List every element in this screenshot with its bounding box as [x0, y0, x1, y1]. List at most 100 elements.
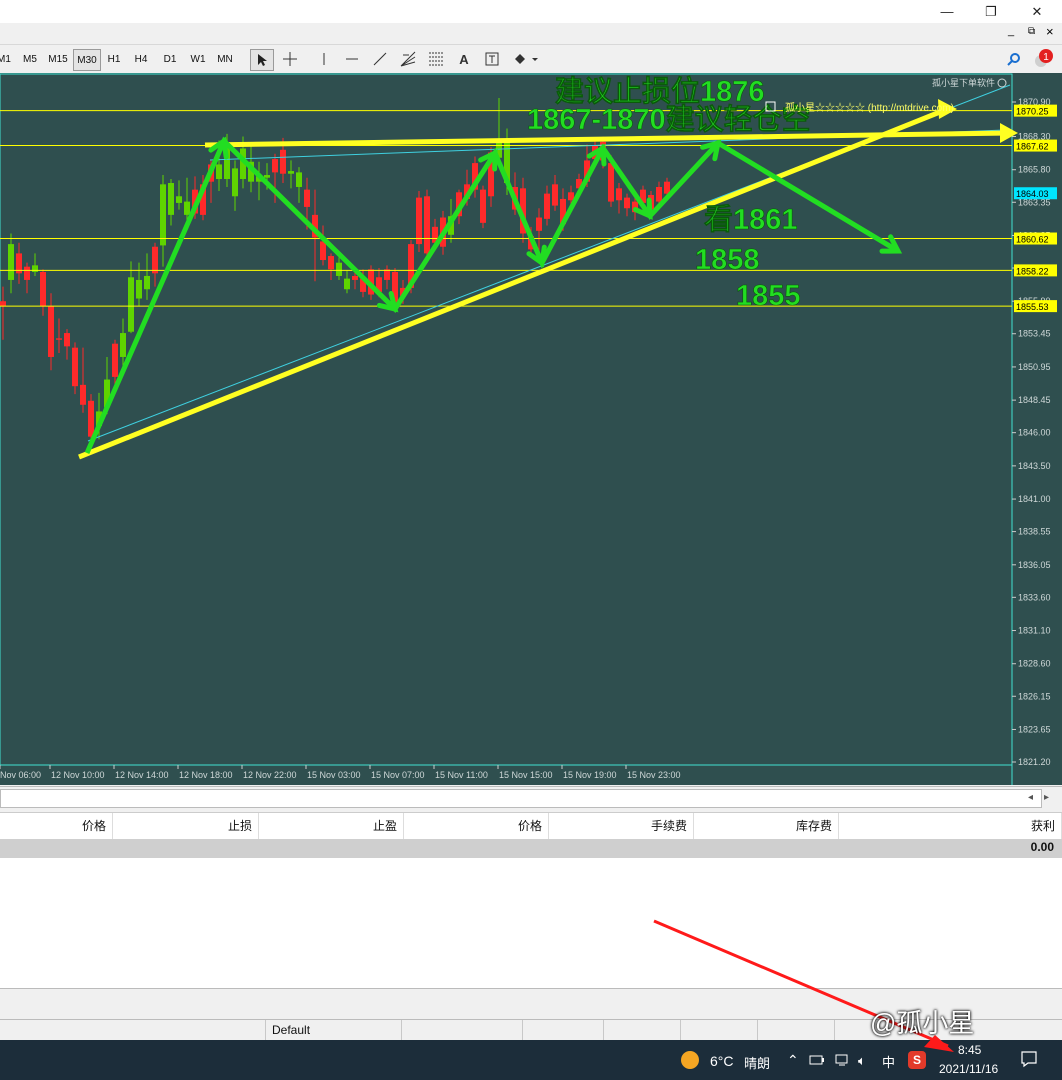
- timeframe-h4-button[interactable]: H4: [131, 49, 151, 69]
- chart-scrollbar[interactable]: [0, 789, 1042, 808]
- status-cell: [604, 1020, 681, 1042]
- clock-date[interactable]: 2021/11/16: [939, 1062, 998, 1076]
- candle-body: [120, 333, 126, 357]
- column-header[interactable]: 手续费: [550, 813, 694, 839]
- candle-body: [336, 262, 342, 276]
- vertical-line-icon[interactable]: [313, 49, 335, 69]
- price-axis-label: 1821.20: [1018, 757, 1051, 767]
- column-header[interactable]: 库存费: [695, 813, 839, 839]
- price-axis-label: 1836.05: [1018, 560, 1051, 570]
- column-header[interactable]: 价格: [405, 813, 549, 839]
- candle-body: [48, 306, 54, 357]
- window-minimize-button[interactable]: —: [924, 0, 970, 23]
- column-header[interactable]: 止盈: [260, 813, 404, 839]
- candle-body: [536, 217, 542, 231]
- timeframe-m5-button[interactable]: M5: [20, 49, 40, 69]
- mdi-close-button[interactable]: ×: [1046, 24, 1054, 39]
- price-level-label: 1870.25: [1016, 107, 1049, 117]
- price-level-label: 1860.62: [1016, 235, 1049, 245]
- time-axis-label: 15 Nov 03:00: [307, 770, 361, 780]
- sogou-icon[interactable]: S: [908, 1051, 926, 1069]
- time-axis-label: 15 Nov 15:00: [499, 770, 553, 780]
- text-label-icon[interactable]: [481, 49, 503, 69]
- timeframe-m1-button[interactable]: M1: [0, 49, 11, 69]
- terminal-body: [0, 858, 1062, 988]
- candle-body: [288, 171, 294, 174]
- ime-indicator[interactable]: 中: [882, 1052, 895, 1071]
- time-axis-label: 12 Nov 18:00: [179, 770, 233, 780]
- timeframe-h1-button[interactable]: H1: [104, 49, 124, 69]
- candle-body: [552, 184, 558, 206]
- candle-body: [160, 184, 166, 246]
- candle-body: [264, 175, 270, 178]
- price-level-label: 1855.53: [1016, 302, 1049, 312]
- candle-body: [608, 163, 614, 202]
- candle-body: [320, 241, 326, 261]
- candle-body: [24, 266, 30, 280]
- window-titlebar: — ❐ ✕: [0, 0, 1062, 23]
- notification-center-icon[interactable]: [1020, 1050, 1038, 1071]
- total-profit: 0.00: [1030, 840, 1054, 854]
- text-icon[interactable]: A: [453, 49, 475, 69]
- network-icon[interactable]: [835, 1053, 851, 1070]
- price-axis-label: 1826.15: [1018, 691, 1051, 701]
- weather-temp[interactable]: 6°C: [710, 1053, 734, 1069]
- price-chart[interactable]: 1870.901868.301865.801863.351860.851858.…: [0, 73, 1062, 785]
- horizontal-line-icon[interactable]: [341, 49, 363, 69]
- weather-text[interactable]: 晴朗: [744, 1053, 770, 1072]
- candle-body: [544, 193, 550, 219]
- candle-body: [184, 201, 190, 215]
- support-trendline[interactable]: [78, 107, 946, 460]
- price-axis-label: 1850.95: [1018, 362, 1051, 372]
- candle-body: [296, 172, 302, 187]
- window-restore-button[interactable]: ❐: [968, 0, 1014, 23]
- price-axis-label: 1865.80: [1018, 165, 1051, 175]
- candle-body: [72, 347, 78, 387]
- timeframe-w1-button[interactable]: W1: [188, 49, 208, 69]
- scroll-left-icon[interactable]: ◂: [1028, 792, 1033, 803]
- candle-body: [176, 196, 182, 203]
- volume-icon[interactable]: 🔈︎: [858, 1053, 866, 1069]
- notifications-icon[interactable]: 1: [1031, 49, 1053, 69]
- chart-canvas[interactable]: 1870.901868.301865.801863.351860.851858.…: [0, 73, 1062, 785]
- candle-body: [168, 183, 174, 215]
- column-header[interactable]: 止损: [115, 813, 259, 839]
- annotation-stop-loss: 建议止损位1876: [555, 74, 765, 108]
- crosshair-icon[interactable]: [279, 49, 301, 69]
- fibonacci-fan-icon[interactable]: [397, 49, 419, 69]
- windows-taskbar: 6°C 晴朗 ⌃ 🔈︎ 中 S 8:45 2021/11/16: [0, 1040, 1062, 1080]
- scroll-right-icon[interactable]: ▸: [1044, 792, 1049, 803]
- status-profile-cell: Default: [266, 1020, 402, 1042]
- menu-bar: _ ⧉ ×: [0, 23, 1062, 44]
- battery-icon[interactable]: [809, 1054, 825, 1069]
- weather-icon[interactable]: [681, 1051, 699, 1069]
- candle-body: [112, 343, 118, 377]
- column-header[interactable]: 获利: [840, 813, 1062, 839]
- time-axis-label: Nov 06:00: [0, 770, 41, 780]
- cursor-icon[interactable]: [250, 49, 274, 71]
- annotation-target-3: 1855: [736, 280, 801, 312]
- window-close-button[interactable]: ✕: [1014, 0, 1060, 23]
- candle-body: [80, 384, 86, 405]
- candle-body: [40, 271, 46, 307]
- price-axis-label: 1853.45: [1018, 329, 1051, 339]
- time-axis-label: 12 Nov 14:00: [115, 770, 169, 780]
- column-header[interactable]: 价格: [0, 813, 113, 839]
- timeframe-mn-button[interactable]: MN: [215, 49, 235, 69]
- candle-body: [64, 333, 70, 347]
- fibonacci-retracement-icon[interactable]: [425, 49, 447, 69]
- trendline-icon[interactable]: [369, 49, 391, 69]
- timeframe-m30-button[interactable]: M30: [73, 49, 101, 71]
- indicator-label: 孤小星☆☆☆☆☆ (http://mtdrive.com): [785, 102, 954, 114]
- timeframe-d1-button[interactable]: D1: [160, 49, 180, 69]
- search-icon[interactable]: [1003, 49, 1025, 69]
- candle-body: [88, 400, 94, 437]
- annotation-short-zone: 1867-1870建议轻仓空: [527, 102, 811, 136]
- shapes-icon[interactable]: [511, 49, 541, 69]
- clock-time[interactable]: 8:45: [958, 1043, 981, 1057]
- timeframe-m15-button[interactable]: M15: [45, 49, 71, 69]
- chevron-up-icon[interactable]: ⌃: [787, 1052, 799, 1069]
- mdi-restore-button[interactable]: ⧉: [1028, 26, 1035, 37]
- mdi-minimize-button[interactable]: _: [1008, 25, 1014, 37]
- balance-row: 0.00: [0, 839, 1062, 858]
